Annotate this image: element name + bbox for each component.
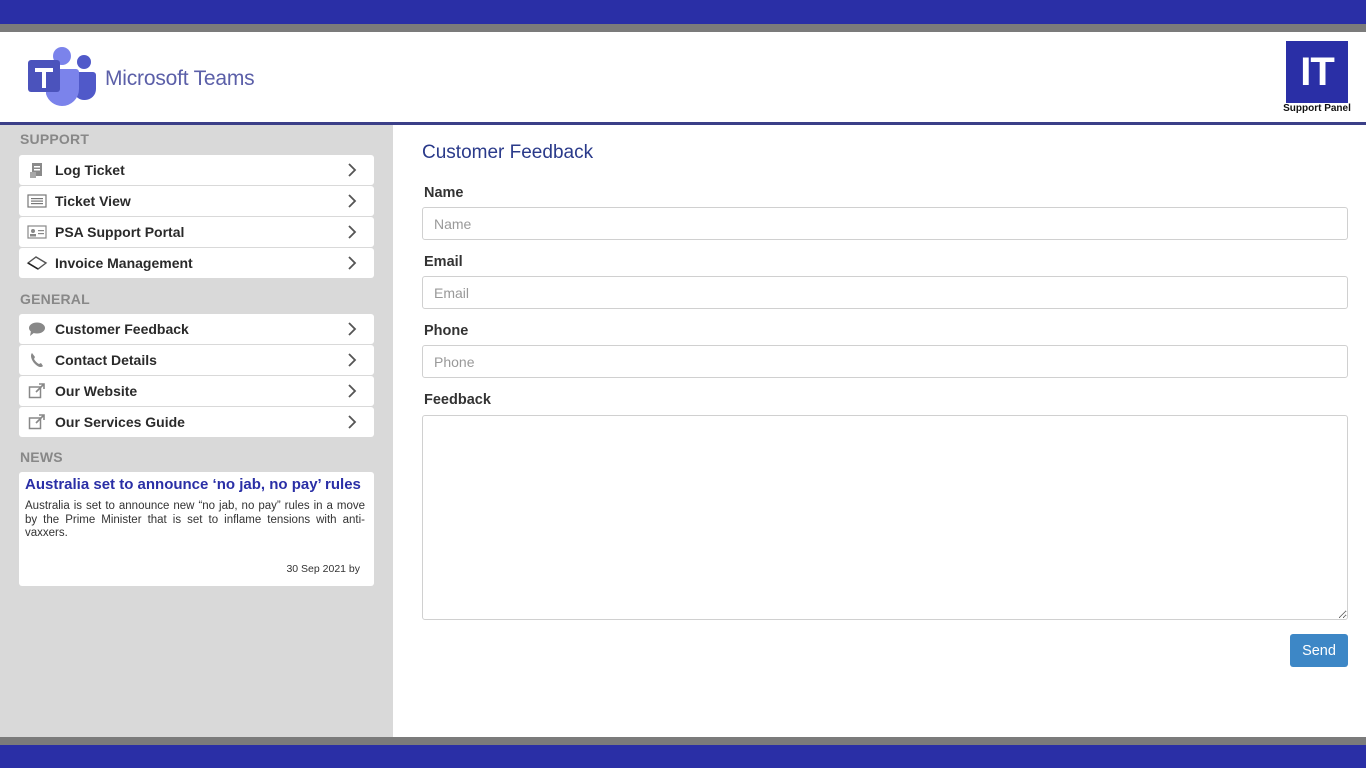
chat-bubble-icon <box>19 314 55 344</box>
chevron-right-icon <box>330 407 374 437</box>
it-badge-logo: IT <box>1286 41 1348 103</box>
send-button[interactable]: Send <box>1290 634 1348 667</box>
sidebar-item-psa-support-portal[interactable]: PSA Support Portal <box>19 217 374 247</box>
feedback-label: Feedback <box>424 392 491 408</box>
email-input[interactable] <box>422 276 1348 309</box>
chevron-right-icon <box>330 217 374 247</box>
main-content: Customer Feedback Name Email Phone Feedb… <box>393 125 1366 737</box>
sidebar-item-label: Invoice Management <box>55 255 193 271</box>
name-input[interactable] <box>422 207 1348 240</box>
news-date-byline: 30 Sep 2021 by <box>286 563 360 575</box>
sidebar-item-invoice-management[interactable]: Invoice Management <box>19 248 374 278</box>
phone-label: Phone <box>424 323 469 339</box>
phone-input[interactable] <box>422 345 1348 378</box>
external-link-icon <box>19 407 55 437</box>
sidebar-item-label: Contact Details <box>55 352 157 368</box>
email-label: Email <box>424 254 463 270</box>
teams-logo-icon <box>26 45 96 107</box>
ticket-icon <box>19 155 55 185</box>
general-heading: GENERAL <box>20 291 90 307</box>
name-label: Name <box>424 185 464 201</box>
header: Microsoft Teams IT Support Panel <box>0 32 1366 122</box>
id-card-icon <box>19 217 55 247</box>
sidebar-item-label: Log Ticket <box>55 162 125 178</box>
list-icon <box>19 186 55 216</box>
chevron-right-icon <box>330 376 374 406</box>
chevron-right-icon <box>330 186 374 216</box>
sidebar: SUPPORT Log Ticket Ticket View PSA Suppo… <box>0 125 393 737</box>
sidebar-item-label: PSA Support Portal <box>55 224 185 240</box>
chevron-right-icon <box>330 155 374 185</box>
sidebar-item-contact-details[interactable]: Contact Details <box>19 345 374 375</box>
it-badge-caption: Support Panel <box>1283 103 1351 114</box>
sidebar-item-label: Our Website <box>55 383 138 399</box>
news-summary: Australia is set to announce new “no jab… <box>25 500 365 539</box>
chevron-right-icon <box>330 248 374 278</box>
sidebar-item-our-website[interactable]: Our Website <box>19 376 374 406</box>
chevron-right-icon <box>330 345 374 375</box>
sidebar-item-our-services-guide[interactable]: Our Services Guide <box>19 407 374 437</box>
sidebar-item-label: Our Services Guide <box>55 414 185 430</box>
app-title: Microsoft Teams <box>105 67 255 90</box>
top-gray-bar <box>0 24 1366 32</box>
top-accent-bar <box>0 0 1366 24</box>
sidebar-item-log-ticket[interactable]: Log Ticket <box>19 155 374 185</box>
sidebar-item-label: Customer Feedback <box>55 321 189 337</box>
sidebar-item-customer-feedback[interactable]: Customer Feedback <box>19 314 374 344</box>
sidebar-item-label: Ticket View <box>55 193 131 209</box>
support-heading: SUPPORT <box>20 131 90 147</box>
phone-icon <box>19 345 55 375</box>
tag-icon <box>19 248 55 278</box>
chevron-right-icon <box>330 314 374 344</box>
news-title-link[interactable]: Australia set to announce ‘no jab, no pa… <box>25 476 370 493</box>
sidebar-item-ticket-view[interactable]: Ticket View <box>19 186 374 216</box>
bottom-gray-bar <box>0 737 1366 745</box>
news-heading: NEWS <box>20 449 63 465</box>
page-title: Customer Feedback <box>422 142 594 163</box>
news-card: Australia set to announce ‘no jab, no pa… <box>19 472 374 586</box>
bottom-accent-bar <box>0 745 1366 768</box>
external-link-icon <box>19 376 55 406</box>
feedback-textarea[interactable] <box>422 415 1348 620</box>
